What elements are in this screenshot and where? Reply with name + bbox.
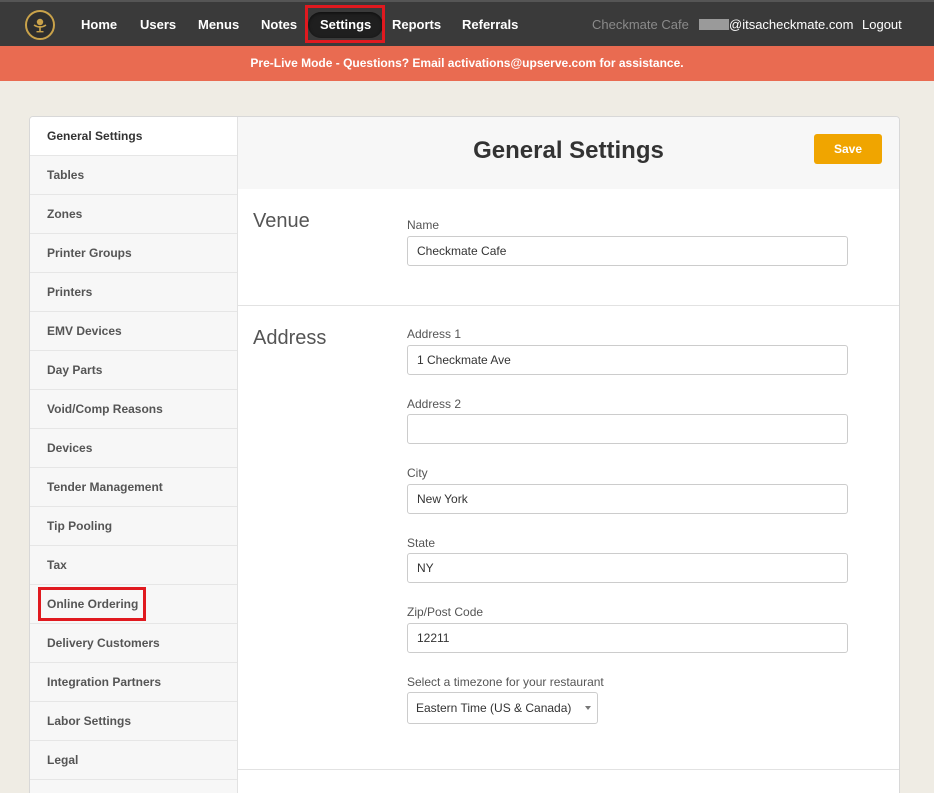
state-label: State xyxy=(407,536,436,550)
address1-label: Address 1 xyxy=(407,327,462,341)
current-venue-name: Checkmate Cafe xyxy=(592,17,689,32)
sidebar-item-zones[interactable]: Zones xyxy=(30,195,237,234)
sidebar-item-tables[interactable]: Tables xyxy=(30,156,237,195)
sidebar-item-void-comp-reasons[interactable]: Void/Comp Reasons xyxy=(30,390,237,429)
nav-users[interactable]: Users xyxy=(140,12,176,38)
settings-sidebar: General Settings Tables Zones Printer Gr… xyxy=(30,117,238,793)
sidebar-item-legal[interactable]: Legal xyxy=(30,741,237,780)
settings-card: General Settings Tables Zones Printer Gr… xyxy=(29,116,900,793)
sidebar-item-tender-management[interactable]: Tender Management xyxy=(30,468,237,507)
sidebar-item-day-parts[interactable]: Day Parts xyxy=(30,351,237,390)
sidebar-item-general-settings[interactable]: General Settings xyxy=(30,117,237,156)
address2-label: Address 2 xyxy=(407,397,462,411)
sidebar-item-labor-settings[interactable]: Labor Settings xyxy=(30,702,237,741)
settings-main: General Settings Save Venue Name Address… xyxy=(238,117,899,793)
address-section-title: Address xyxy=(253,327,327,349)
page-title: General Settings xyxy=(473,137,664,164)
address1-input[interactable] xyxy=(407,345,848,375)
venue-section-title: Venue xyxy=(253,210,310,232)
address-section: Address Address 1 Address 2 City State Z… xyxy=(238,306,899,770)
timezone-label: Select a timezone for your restaurant xyxy=(407,675,604,689)
sidebar-item-integration-partners[interactable]: Integration Partners xyxy=(30,663,237,702)
sidebar-item-tax[interactable]: Tax xyxy=(30,546,237,585)
save-button[interactable]: Save xyxy=(814,134,882,164)
address2-input[interactable] xyxy=(407,414,848,444)
top-nav: Home Users Menus Notes Settings Reports … xyxy=(0,0,934,46)
sidebar-item-printers[interactable]: Printers xyxy=(30,273,237,312)
timezone-select-value: Eastern Time (US & Canada) xyxy=(416,701,572,715)
sidebar-item-tip-pooling[interactable]: Tip Pooling xyxy=(30,507,237,546)
nav-notes[interactable]: Notes xyxy=(261,12,297,38)
nav-settings[interactable]: Settings xyxy=(308,12,384,38)
logout-link[interactable]: Logout xyxy=(862,17,902,32)
redacted-email-prefix xyxy=(699,19,729,30)
sidebar-item-delivery-customers[interactable]: Delivery Customers xyxy=(30,624,237,663)
zip-input[interactable] xyxy=(407,623,848,653)
nav-reports[interactable]: Reports xyxy=(392,12,441,38)
logo-icon[interactable] xyxy=(25,10,55,40)
venue-section: Venue Name xyxy=(238,189,899,306)
name-label: Name xyxy=(407,218,440,232)
pre-live-banner: Pre-Live Mode - Questions? Email activat… xyxy=(0,46,934,81)
sidebar-item-online-ordering[interactable]: Online Ordering xyxy=(30,585,237,624)
nav-home[interactable]: Home xyxy=(81,12,117,38)
sidebar-item-printer-groups[interactable]: Printer Groups xyxy=(30,234,237,273)
nav-referrals[interactable]: Referrals xyxy=(462,12,518,38)
sidebar-item-devices[interactable]: Devices xyxy=(30,429,237,468)
name-input[interactable] xyxy=(407,236,848,266)
timezone-select[interactable]: Eastern Time (US & Canada) xyxy=(407,692,598,724)
city-label: City xyxy=(407,466,428,480)
city-input[interactable] xyxy=(407,484,848,514)
chevron-down-icon xyxy=(585,706,591,710)
sidebar-item-emv-devices[interactable]: EMV Devices xyxy=(30,312,237,351)
nav-menus[interactable]: Menus xyxy=(198,12,239,38)
user-email: @itsacheckmate.com xyxy=(729,17,854,32)
state-input[interactable] xyxy=(407,553,848,583)
main-header: General Settings Save xyxy=(238,117,899,189)
zip-label: Zip/Post Code xyxy=(407,605,484,619)
